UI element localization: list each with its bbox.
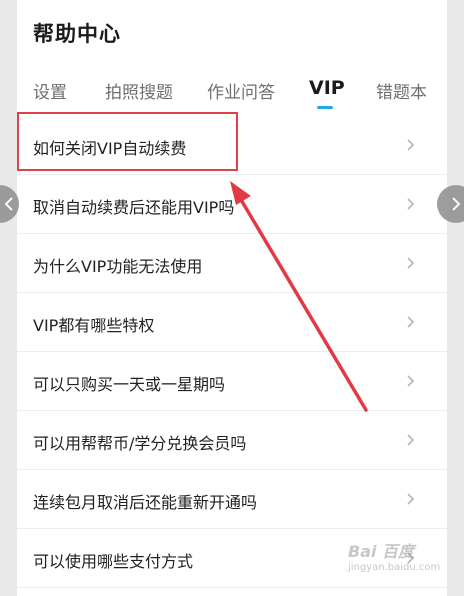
watermark-url: jingyan.baidu.com [348,562,441,573]
faq-list: 如何关闭VIP自动续费 取消自动续费后还能用VIP吗 为什么VIP功能无法使用 … [17,116,447,588]
faq-item[interactable]: 为什么VIP功能无法使用 [17,234,447,293]
tab-settings[interactable]: 设置 [33,78,67,103]
tab-wrong-questions[interactable]: 错题本 [376,78,427,103]
faq-item-label: 为什么VIP功能无法使用 [33,257,203,276]
chevron-right-icon [407,375,415,387]
highlight-annotation-box [17,112,238,171]
faq-item[interactable]: 可以只购买一天或一星期吗 [17,352,447,411]
faq-item-label: 可以只购买一天或一星期吗 [33,375,226,394]
chevron-right-icon [407,493,415,505]
chevron-right-icon [452,197,461,211]
chevron-right-icon [407,139,415,151]
faq-item[interactable]: 连续包月取消后还能重新开通吗 [17,470,447,529]
faq-item[interactable]: VIP都有哪些特权 [17,293,447,352]
category-tabs: 设置 拍照搜题 作业问答 VIP 错题本 [17,72,447,112]
faq-item-label: 可以使用哪些支付方式 [33,552,194,571]
baidu-jingyan-watermark: Bai 百度 jingyan.baidu.com [348,538,444,578]
faq-item[interactable]: 可以用帮帮币/学分兑换会员吗 [17,411,447,470]
tab-photo-search[interactable]: 拍照搜题 [105,78,173,103]
chevron-right-icon [407,316,415,328]
tab-homework-qa[interactable]: 作业问答 [207,78,275,103]
faq-item-label: 连续包月取消后还能重新开通吗 [33,493,258,512]
chevron-right-icon [407,198,415,210]
page-title: 帮助中心 [33,22,121,46]
chevron-left-icon [4,197,13,211]
faq-item[interactable]: 取消自动续费后还能用VIP吗 [17,175,447,234]
chevron-right-icon [407,434,415,446]
active-tab-indicator [317,106,333,109]
faq-item-label: 取消自动续费后还能用VIP吗 [33,198,235,217]
chevron-right-icon [407,257,415,269]
help-center-screen: 帮助中心 设置 拍照搜题 作业问答 VIP 错题本 如何关闭VIP自动续费 取消… [17,0,447,596]
watermark-logo: Bai 百度 [348,542,415,561]
tab-vip[interactable]: VIP [309,77,345,99]
faq-item-label: VIP都有哪些特权 [33,316,155,335]
faq-item-label: 可以用帮帮币/学分兑换会员吗 [33,434,247,453]
